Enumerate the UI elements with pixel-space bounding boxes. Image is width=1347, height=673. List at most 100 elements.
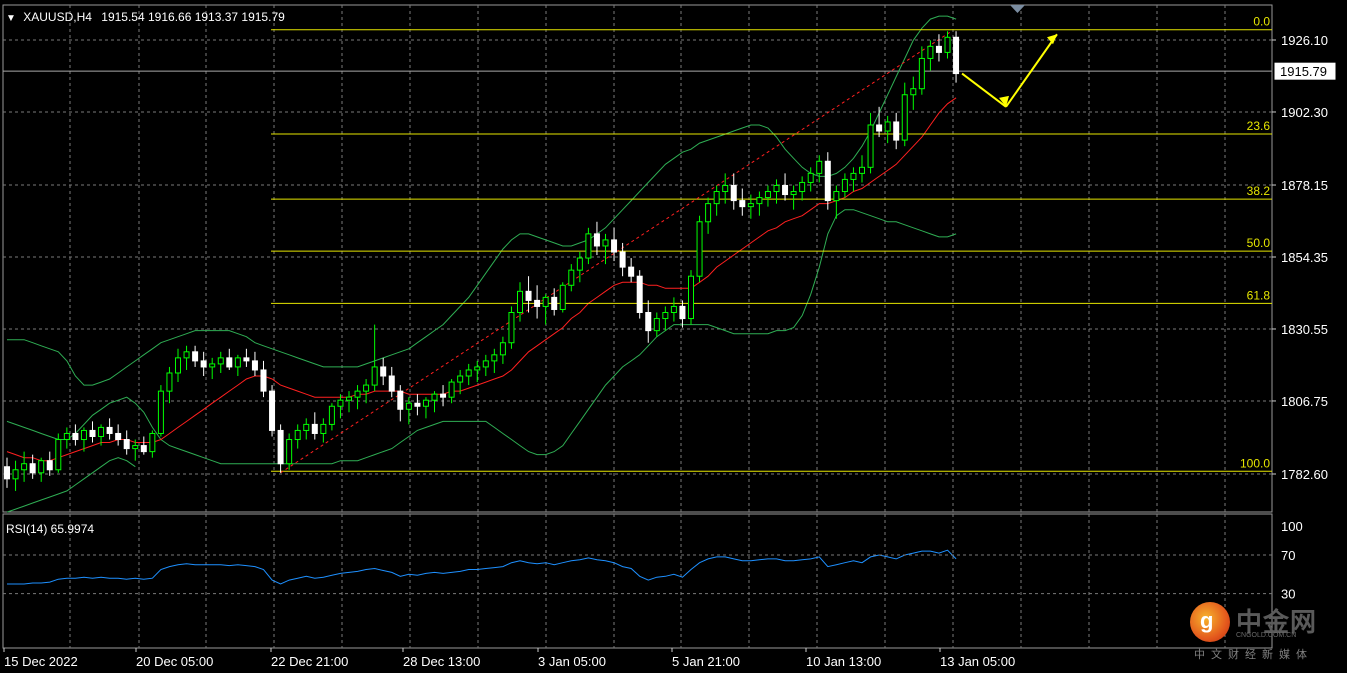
candle-body: [491, 354, 498, 362]
candle-body: [140, 445, 147, 453]
candle-body: [568, 269, 575, 286]
bollinger-lower-line: [6, 209, 957, 465]
candle-body: [807, 172, 814, 183]
candle-body: [867, 124, 874, 168]
candle-body: [790, 191, 797, 196]
price-tick-label: 1878.15: [1281, 178, 1328, 193]
candle-body: [431, 393, 438, 401]
candle-body: [414, 402, 421, 407]
candle-body: [457, 375, 464, 383]
candle-body: [722, 184, 729, 193]
candle-body: [730, 184, 737, 202]
candle-body: [80, 429, 87, 441]
candle-body: [251, 360, 258, 371]
candle-body: [611, 239, 618, 253]
candle-body: [123, 439, 130, 450]
rsi-panel: [3, 549, 1272, 595]
candle-body: [38, 460, 45, 474]
rsi-label: RSI(14) 65.9974: [6, 522, 95, 536]
fib-level-label: 0.0: [1253, 15, 1270, 29]
candle-body: [46, 460, 53, 471]
candle-body: [688, 275, 694, 320]
candle-body: [388, 375, 395, 392]
candles: [4, 31, 960, 491]
candle-body: [739, 200, 746, 208]
candle-body: [106, 426, 113, 434]
candle-body: [311, 423, 318, 434]
candle-body: [448, 381, 455, 398]
arrow-up-line: [1005, 33, 1058, 108]
chart-header: ▼ XAUUSD,H4 1915.54 1916.66 1913.37 1915…: [6, 10, 285, 24]
candle-body: [773, 184, 780, 193]
candle-body: [636, 275, 643, 313]
candle-body: [132, 445, 139, 450]
candle-body: [859, 166, 865, 174]
candle-body: [405, 402, 412, 410]
price-tick-label: 1806.75: [1281, 394, 1328, 409]
grid: [2, 4, 1273, 649]
price-axis: 1926.10 1902.30 1878.15 1854.35 1830.55 1806.…: [1272, 33, 1337, 602]
price-tick-label: 1902.30: [1281, 105, 1328, 120]
candle-body: [328, 405, 335, 425]
period-separator-marker-icon: [1010, 5, 1025, 13]
candle-body: [824, 160, 831, 202]
candle-body: [166, 372, 173, 392]
candle-body: [542, 296, 549, 307]
candle-body: [508, 311, 515, 344]
candle-body: [593, 233, 600, 247]
candle-body: [551, 296, 558, 310]
time-tick-label: 5 Jan 21:00: [672, 654, 740, 669]
symbol-label: XAUUSD,H4: [23, 10, 92, 24]
brand-domain: CNGOLD.COM.CN: [1236, 632, 1297, 639]
candle-body: [662, 311, 669, 320]
candle-body: [747, 203, 754, 208]
arrow-up-head-icon: [1047, 34, 1057, 45]
fib-level-label: 50.0: [1247, 236, 1271, 250]
candle-body: [98, 426, 105, 437]
candle-body: [918, 57, 925, 90]
candle-body: [901, 94, 908, 141]
time-tick-label: 15 Dec 2022: [4, 654, 78, 669]
candle-body: [371, 366, 378, 386]
brand-logo-icon: g: [1190, 602, 1230, 642]
candle-body: [585, 233, 592, 259]
candle-body: [602, 239, 609, 247]
candle-body: [619, 251, 626, 268]
candle-body: [397, 390, 404, 410]
candle-body: [764, 191, 771, 199]
candle-body: [63, 432, 70, 441]
candle-body: [226, 357, 233, 368]
collapse-triangle-icon[interactable]: ▼: [6, 13, 16, 24]
candle-body: [183, 351, 190, 359]
time-tick-label: 3 Jan 05:00: [538, 654, 606, 669]
candle-body: [645, 311, 652, 332]
candle-body: [482, 360, 489, 368]
rsi-panel-border: [2, 513, 1273, 649]
candle-body: [294, 429, 301, 441]
candle-body: [679, 305, 686, 320]
candle-body: [115, 432, 122, 441]
candle-body: [157, 390, 164, 434]
brand-tagline: 中文财经新媒体: [1194, 649, 1313, 661]
candle-body: [799, 181, 806, 193]
candle-body: [260, 369, 267, 392]
price-tick-label: 1830.55: [1281, 322, 1328, 337]
candle-body: [534, 299, 541, 307]
candle-body: [320, 423, 327, 434]
candle-body: [670, 305, 677, 313]
candle-body: [841, 178, 848, 193]
candle-body: [4, 466, 10, 480]
candle-body: [21, 463, 28, 471]
candle-body: [200, 360, 207, 368]
candle-body: [209, 363, 216, 368]
candle-body: [354, 390, 361, 398]
candle-body: [12, 469, 19, 480]
time-tick-label: 13 Jan 05:00: [940, 654, 1015, 669]
candle-body: [559, 284, 566, 310]
forecast-arrows: [961, 5, 1058, 108]
candle-body: [149, 432, 156, 453]
price-tick-label: 1782.60: [1281, 467, 1328, 482]
candle-body: [884, 121, 891, 132]
candle-body: [927, 45, 934, 59]
price-tick-label: 1926.10: [1281, 33, 1328, 48]
